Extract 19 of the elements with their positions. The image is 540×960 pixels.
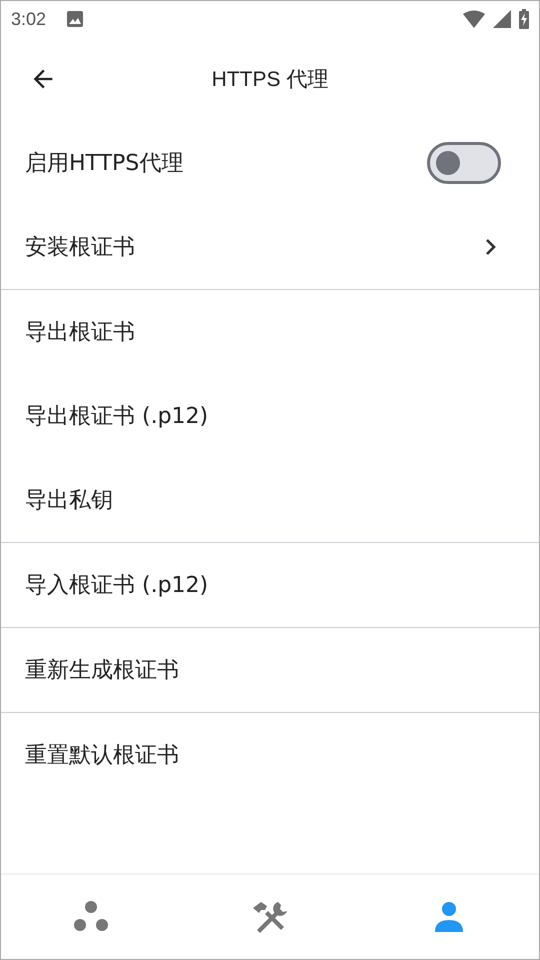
wifi-icon — [463, 10, 485, 28]
person-icon — [433, 901, 466, 933]
settings-row[interactable]: 导入根证书 (.p12) — [1, 543, 539, 627]
image-icon — [66, 10, 84, 28]
toggle-switch[interactable] — [427, 142, 501, 184]
tools-icon — [252, 900, 287, 934]
settings-row[interactable]: 重置默认根证书 — [1, 713, 539, 797]
settings-row[interactable]: 导出根证书 — [1, 290, 539, 374]
settings-row[interactable]: 重新生成根证书 — [1, 628, 539, 712]
settings-row[interactable]: 启用HTTPS代理 — [1, 121, 539, 205]
nodes-icon — [72, 901, 109, 933]
settings-row[interactable]: 导出私钥 — [1, 458, 539, 542]
chevron-right-icon — [485, 238, 497, 256]
settings-row[interactable]: 安装根证书 — [1, 205, 539, 289]
battery-icon — [519, 9, 529, 29]
status-time: 3:02 — [11, 8, 46, 30]
screen-title: HTTPS 代理 — [212, 67, 328, 93]
settings-row[interactable]: 导出根证书 (.p12) — [1, 374, 539, 458]
signal-icon — [493, 10, 511, 28]
